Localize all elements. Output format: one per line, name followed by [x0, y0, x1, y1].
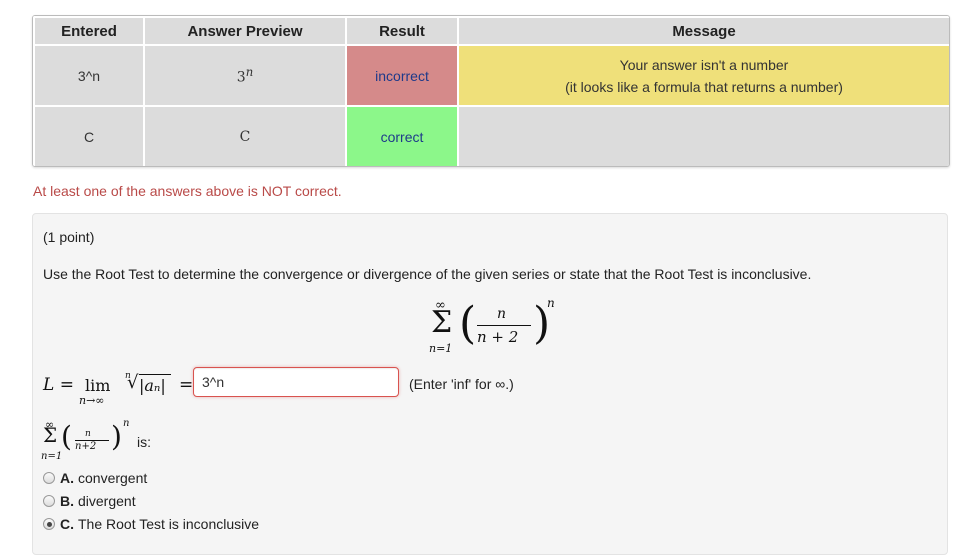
radio-inconclusive[interactable]: [43, 517, 55, 530]
series-is-label: is:: [137, 434, 151, 450]
preview-exponent: n: [245, 65, 254, 80]
root-vinculum: [139, 374, 171, 375]
table-row: 3^n 3n incorrect Your answer isn't a num…: [33, 44, 949, 107]
small-right-paren: ): [111, 420, 122, 453]
small-denominator: n+2: [75, 441, 97, 452]
option-letter: A.: [60, 469, 74, 486]
radio-divergent[interactable]: [43, 494, 55, 507]
series-formula: ∞ Σ n=1 ( n n + 2 ) n: [429, 296, 559, 360]
left-paren: (: [459, 298, 477, 349]
option-letter: C.: [60, 515, 74, 532]
small-numerator: n: [85, 429, 91, 439]
small-exponent: n: [123, 418, 130, 429]
limit-answer-input[interactable]: [193, 367, 399, 397]
fraction-denominator: n + 2: [477, 328, 519, 346]
fraction-bar: [477, 325, 531, 326]
entered-cell: C: [33, 105, 145, 166]
option-convergent[interactable]: A. convergent: [43, 466, 259, 489]
message-cell: [457, 105, 949, 166]
results-header-row: Entered Answer Preview Result Message: [33, 16, 949, 46]
radio-convergent[interactable]: [43, 471, 55, 484]
preview-cell: C: [143, 105, 347, 166]
problem-instruction: Use the Root Test to determine the conve…: [43, 266, 812, 282]
message-line-2: (it looks like a formula that returns a …: [565, 78, 843, 95]
message-cell: Your answer isn't a number (it looks lik…: [457, 44, 949, 107]
header-message: Message: [457, 16, 949, 46]
sum-symbol: Σ: [431, 305, 453, 340]
small-series-formula: ∞ Σ n=1 ( n n+2 ) n is:: [41, 418, 191, 468]
entered-cell: 3^n: [33, 44, 145, 107]
limit-answer-row: L = lim n→∞ n √ |aₙ| = (Enter 'inf' for …: [43, 367, 923, 407]
root-symbol: √: [127, 372, 139, 393]
not-correct-alert: At least one of the answers above is NOT…: [33, 183, 342, 199]
option-label: divergent: [78, 492, 136, 509]
option-divergent[interactable]: B. divergent: [43, 489, 259, 512]
problem-panel: (1 point) Use the Root Test to determine…: [32, 213, 948, 555]
inf-hint: (Enter 'inf' for ∞.): [409, 376, 514, 392]
sum-lower-limit: n=1: [429, 342, 453, 355]
option-label: convergent: [78, 469, 148, 486]
small-sum-symbol: Σ: [43, 423, 58, 447]
equals-sign: =: [179, 375, 194, 395]
lim-subscript: n→∞: [79, 394, 105, 407]
problem-points: (1 point): [43, 229, 95, 245]
small-sum-lower: n=1: [41, 451, 63, 462]
results-table: Entered Answer Preview Result Message 3^…: [32, 15, 950, 167]
header-result: Result: [345, 16, 459, 46]
abs-an: |aₙ|: [139, 376, 166, 395]
message-line-1: Your answer isn't a number: [619, 56, 789, 73]
preview-base: 3: [236, 69, 246, 86]
results-grid: Entered Answer Preview Result Message 3^…: [33, 16, 949, 166]
result-incorrect-cell: incorrect: [345, 44, 459, 107]
option-inconclusive[interactable]: C. The Root Test is inconclusive: [43, 512, 259, 535]
header-answer-preview: Answer Preview: [143, 16, 347, 46]
answer-options: A. convergent B. divergent C. The Root T…: [43, 466, 259, 535]
table-row: C C correct: [33, 105, 949, 166]
option-label: The Root Test is inconclusive: [78, 515, 260, 532]
option-letter: B.: [60, 492, 74, 509]
header-entered: Entered: [33, 16, 145, 46]
lim-label: lim: [85, 376, 111, 395]
fraction-numerator: n: [497, 306, 507, 322]
small-left-paren: (: [61, 420, 72, 453]
result-correct-cell: correct: [345, 105, 459, 166]
L-equals: L =: [43, 375, 74, 395]
series-exponent: n: [547, 296, 555, 310]
preview-cell: 3n: [143, 44, 347, 107]
